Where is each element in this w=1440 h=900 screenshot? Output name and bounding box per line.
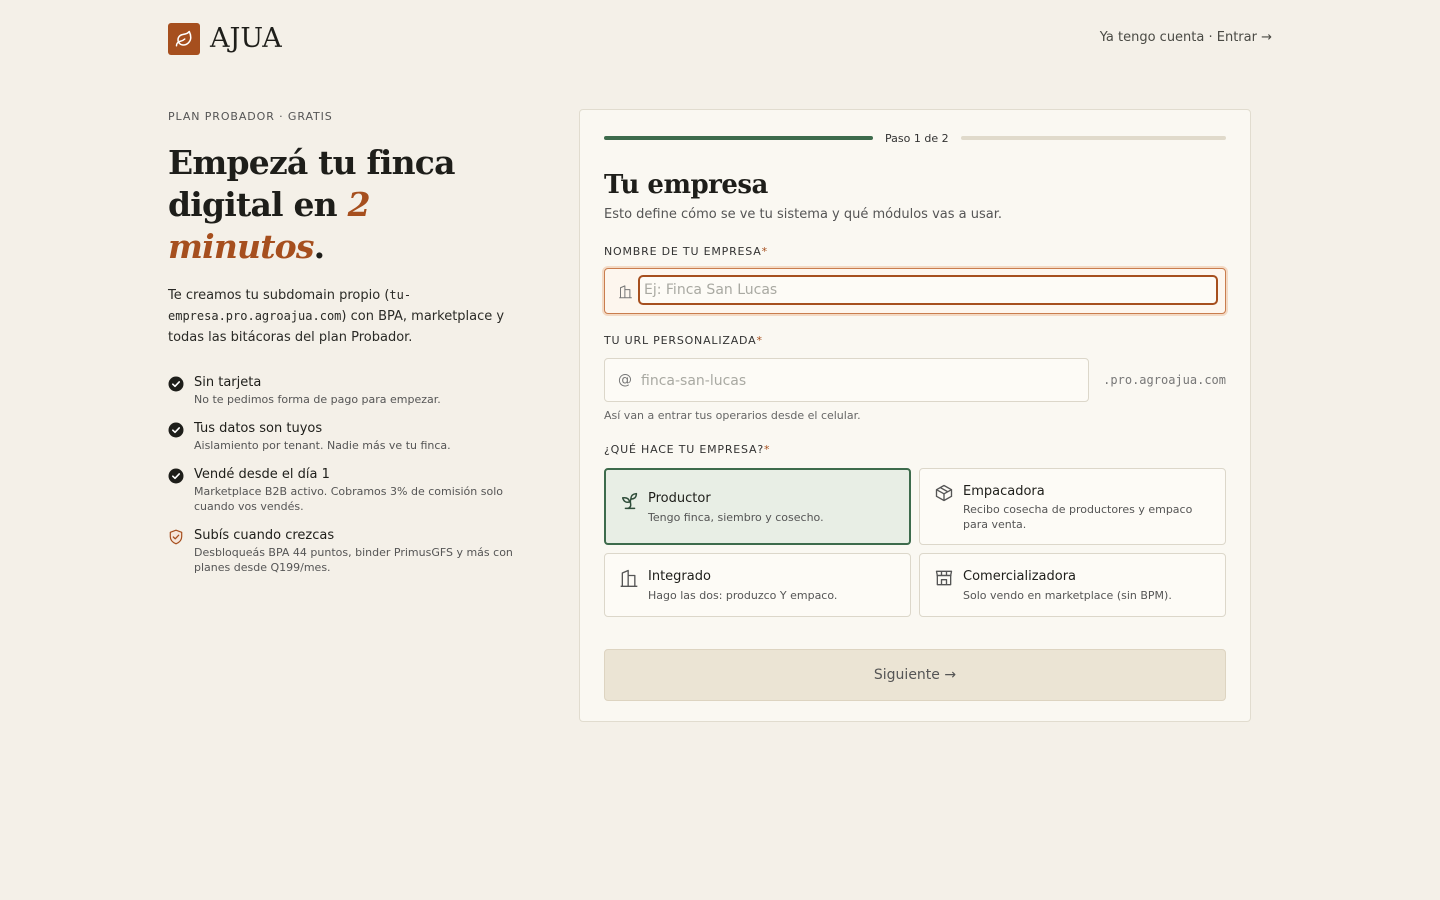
option-integrado[interactable]: Integrado Hago las dos: produzco Y empac… [604,553,911,617]
box-icon [935,484,953,502]
option-desc: Recibo cosecha de productores y empaco p… [963,503,1193,531]
building-icon [619,285,632,299]
step-label: Paso 1 de 2 [885,131,949,145]
headline-period: . [313,227,325,266]
custom-url-input[interactable] [641,367,1071,395]
option-desc: Solo vendo en marketplace (sin BPM). [963,589,1172,602]
company-name-label-text: NOMBRE DE TU EMPRESA [604,245,762,258]
brand-name: AJUA [210,23,282,54]
building-icon [620,569,638,587]
form-subtitle: Esto define cómo se ve tu sistema y qué … [604,207,1002,222]
feature-item: Vendé desde el día 1 Marketplace B2B acti… [168,466,528,514]
next-button[interactable]: Siguiente → [604,649,1226,701]
required-mark: * [764,443,771,456]
hero-section: PLAN PROBADOR · GRATIS Empezá tu finca d… [168,110,528,588]
option-desc: Hago las dos: produzco Y empaco. [648,589,838,602]
url-suffix: .pro.agroajua.com [1103,373,1226,387]
shield-check-icon [169,529,183,545]
custom-url-field: @ [604,358,1089,402]
feature-item: Subís cuando crezcas Desbloqueás BPA 44 p… [168,527,528,575]
feature-item: Tus datos son tuyos Aislamiento por tenan… [168,420,528,453]
option-title: Productor [648,491,711,506]
intro-before: Te creamos tu subdomain propio ( [168,288,390,303]
feature-item: Sin tarjeta No te pedimos forma de pago p… [168,374,528,407]
required-mark: * [756,334,763,347]
option-productor[interactable]: Productor Tengo finca, siembro y cosecho… [604,468,911,545]
option-comercializadora[interactable]: Comercializadora Solo vendo en marketpla… [919,553,1226,617]
required-mark: * [761,245,768,258]
step-progress: Paso 1 de 2 [604,132,1226,145]
company-type-label-text: ¿QUÉ HACE TU EMPRESA? [604,443,765,456]
progress-bar-complete [604,136,873,140]
option-empacadora[interactable]: Empacadora Recibo cosecha de productores… [919,468,1226,545]
feature-desc: No te pedimos forma de pago para empezar… [194,393,441,406]
feature-title: Vendé desde el día 1 [194,467,330,482]
feature-desc: Desbloqueás BPA 44 puntos, binder Primus… [194,546,513,574]
progress-bar-remaining [960,136,1226,140]
page-headline: Empezá tu finca digital en 2 minutos. [168,142,528,268]
form-title: Tu empresa [604,170,768,200]
leaf-icon [168,23,200,55]
store-icon [935,570,953,586]
check-circle-icon [168,422,184,438]
brand-logo[interactable]: AJUA [168,23,282,55]
custom-url-label: TU URL PERSONALIZADA* [604,334,763,347]
company-name-label: NOMBRE DE TU EMPRESA* [604,245,768,258]
sprout-icon [621,492,638,510]
option-title: Comercializadora [963,569,1077,584]
company-type-label: ¿QUÉ HACE TU EMPRESA?* [604,443,770,456]
option-title: Integrado [648,569,711,584]
login-link[interactable]: Ya tengo cuenta · Entrar → [1100,30,1272,45]
feature-desc: Aislamiento por tenant. Nadie más ve tu … [194,439,451,452]
url-help-text: Así van a entrar tus operarios desde el … [604,409,861,422]
custom-url-label-text: TU URL PERSONALIZADA [604,334,757,347]
option-desc: Tengo finca, siembro y cosecho. [648,511,824,524]
check-circle-icon [168,376,184,392]
feature-title: Sin tarjeta [194,375,262,390]
feature-list: Sin tarjeta No te pedimos forma de pago p… [168,374,528,575]
company-name-input[interactable] [638,275,1218,305]
signup-card: Paso 1 de 2 Tu empresa Esto define cómo … [579,109,1251,722]
feature-title: Subís cuando crezcas [194,528,335,543]
feature-desc: Marketplace B2B activo. Cobramos 3% de c… [194,485,503,513]
plan-eyebrow: PLAN PROBADOR · GRATIS [168,110,333,123]
check-circle-icon [168,468,184,484]
headline-text: Empezá tu finca digital en [168,143,455,224]
at-icon: @ [618,372,632,388]
option-title: Empacadora [963,484,1045,499]
intro-text: Te creamos tu subdomain propio (tu-empre… [168,285,528,348]
feature-title: Tus datos son tuyos [194,421,323,436]
company-name-field [604,268,1226,314]
